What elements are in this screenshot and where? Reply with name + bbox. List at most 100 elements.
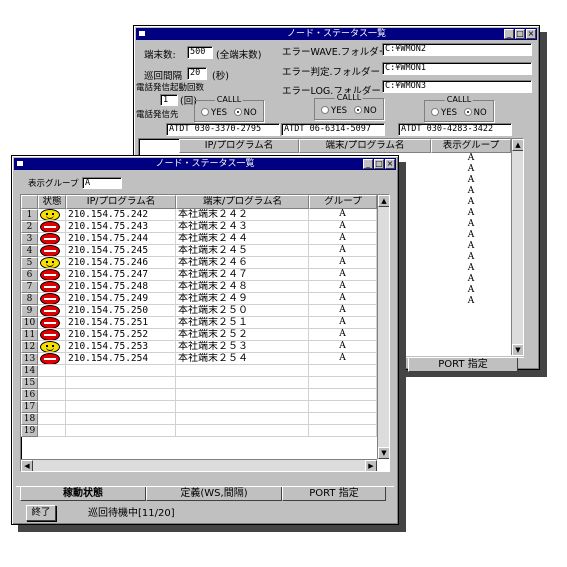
front-titlebar[interactable]: ノード・ステータス一覧 _ □ × <box>14 158 396 170</box>
table-row[interactable]: 8 210.154.75.249 本社端末２４９ A <box>21 293 377 305</box>
col-header-ip[interactable]: IP/プログラム名 <box>66 195 176 209</box>
row-number[interactable]: 14 <box>21 365 38 377</box>
no-radio-icon[interactable] <box>353 106 362 114</box>
interval-input[interactable]: 20 <box>187 67 207 80</box>
phone-number-2[interactable]: ATDT 06-6314-5097 <box>281 123 385 136</box>
group-cell[interactable]: A <box>431 285 511 296</box>
name-cell[interactable]: 本社端末２４７ <box>176 269 309 281</box>
wave-folder-input[interactable]: C:¥WMON2 <box>382 43 532 56</box>
row-number[interactable]: 6 <box>21 269 38 281</box>
status-cell[interactable] <box>38 281 66 293</box>
status-cell[interactable] <box>38 257 66 269</box>
row-number[interactable]: 7 <box>21 281 38 293</box>
no-radio-icon[interactable] <box>233 108 242 116</box>
call-radio-row-3[interactable]: YES NO <box>431 108 487 118</box>
name-cell[interactable]: 本社端末２５３ <box>176 341 309 353</box>
ip-cell[interactable] <box>66 425 176 437</box>
status-cell[interactable] <box>38 425 66 437</box>
status-cell[interactable] <box>38 221 66 233</box>
call-radio-row-1[interactable]: YES NO <box>201 108 257 118</box>
row-number[interactable]: 13 <box>21 353 38 365</box>
col-header-terminal[interactable]: 端末/プログラム名 <box>299 139 431 153</box>
row-number[interactable]: 4 <box>21 245 38 257</box>
row-number[interactable]: 10 <box>21 317 38 329</box>
ip-cell[interactable]: 210.154.75.254 <box>66 353 176 365</box>
status-cell[interactable] <box>38 329 66 341</box>
vertical-scrollbar[interactable]: ▲ ▼ <box>377 195 389 459</box>
group-cell[interactable]: A <box>431 263 511 274</box>
status-cell[interactable] <box>38 233 66 245</box>
row-number[interactable]: 1 <box>21 209 38 221</box>
table-row[interactable]: 15 <box>21 377 377 389</box>
group-cell[interactable]: A <box>309 281 377 293</box>
ip-cell[interactable]: 210.154.75.246 <box>66 257 176 269</box>
status-cell[interactable] <box>38 245 66 257</box>
group-cell[interactable] <box>309 389 377 401</box>
table-row[interactable]: 4 210.154.75.245 本社端末２４５ A <box>21 245 377 257</box>
table-row[interactable]: 10 210.154.75.251 本社端末２５１ A <box>21 317 377 329</box>
status-cell[interactable] <box>38 341 66 353</box>
ip-cell[interactable] <box>66 401 176 413</box>
call-start-input[interactable]: 1 <box>160 94 178 106</box>
group-cell[interactable]: A <box>309 245 377 257</box>
group-cell[interactable]: A <box>309 353 377 365</box>
horizontal-scrollbar[interactable]: ◀ ▶ <box>21 459 377 471</box>
tab-status[interactable]: 稼動状態 <box>20 487 146 501</box>
name-cell[interactable]: 本社端末２４３ <box>176 221 309 233</box>
group-cell[interactable]: A <box>431 164 511 175</box>
name-cell[interactable]: 本社端末２５０ <box>176 305 309 317</box>
row-number[interactable]: 12 <box>21 341 38 353</box>
row-number[interactable]: 2 <box>21 221 38 233</box>
ip-cell[interactable] <box>66 377 176 389</box>
group-cell[interactable]: A <box>309 233 377 245</box>
node-status-grid[interactable]: 状態 IP/プログラム名 端末/プログラム名 グループ 1 210.154.75.… <box>20 194 390 472</box>
ip-cell[interactable]: 210.154.75.250 <box>66 305 176 317</box>
group-cell[interactable]: A <box>309 305 377 317</box>
row-number[interactable]: 5 <box>21 257 38 269</box>
ip-cell[interactable]: 210.154.75.252 <box>66 329 176 341</box>
table-row[interactable]: 12 210.154.75.253 本社端末２５３ A <box>21 341 377 353</box>
row-number[interactable]: 8 <box>21 293 38 305</box>
name-cell[interactable]: 本社端末２４５ <box>176 245 309 257</box>
exit-button[interactable]: 終了 <box>26 505 56 521</box>
status-cell[interactable] <box>38 389 66 401</box>
table-row[interactable]: 19 <box>21 425 377 437</box>
group-cell[interactable]: A <box>431 230 511 241</box>
status-cell[interactable] <box>38 317 66 329</box>
close-icon[interactable]: × <box>526 29 536 39</box>
name-cell[interactable]: 本社端末２４６ <box>176 257 309 269</box>
log-folder-input[interactable]: C:¥WMON3 <box>382 80 532 93</box>
name-cell[interactable]: 本社端末２４８ <box>176 281 309 293</box>
table-row[interactable]: 6 210.154.75.247 本社端末２４７ A <box>21 269 377 281</box>
name-cell[interactable]: 本社端末２５２ <box>176 329 309 341</box>
maximize-icon[interactable]: □ <box>515 29 525 39</box>
status-cell[interactable] <box>38 401 66 413</box>
ip-cell[interactable]: 210.154.75.244 <box>66 233 176 245</box>
col-header-ip[interactable]: IP/プログラム名 <box>179 139 299 153</box>
phone-number-3[interactable]: ATDT 030-4283-3422 <box>398 123 512 136</box>
table-row[interactable]: 18 <box>21 413 377 425</box>
group-cell[interactable] <box>309 377 377 389</box>
ip-cell[interactable] <box>66 413 176 425</box>
table-row[interactable]: 13 210.154.75.254 本社端末２５４ A <box>21 353 377 365</box>
group-cell[interactable]: A <box>431 219 511 230</box>
scroll-left-icon[interactable]: ◀ <box>21 460 33 471</box>
group-cell[interactable] <box>309 413 377 425</box>
group-cell[interactable]: A <box>309 257 377 269</box>
name-cell[interactable]: 本社端末２４９ <box>176 293 309 305</box>
status-cell[interactable] <box>38 413 66 425</box>
col-header-terminal[interactable]: 端末/プログラム名 <box>176 195 309 209</box>
group-cell[interactable]: A <box>431 296 511 307</box>
name-cell[interactable] <box>176 425 309 437</box>
ip-cell[interactable]: 210.154.75.253 <box>66 341 176 353</box>
ip-cell[interactable]: 210.154.75.249 <box>66 293 176 305</box>
row-number[interactable]: 16 <box>21 389 38 401</box>
scroll-right-icon[interactable]: ▶ <box>365 460 377 471</box>
status-cell[interactable] <box>38 365 66 377</box>
table-row[interactable]: 7 210.154.75.248 本社端末２４８ A <box>21 281 377 293</box>
group-cell[interactable]: A <box>431 241 511 252</box>
row-number[interactable]: 15 <box>21 377 38 389</box>
ip-cell[interactable]: 210.154.75.247 <box>66 269 176 281</box>
group-cell[interactable]: A <box>309 329 377 341</box>
table-row[interactable]: 2 210.154.75.243 本社端末２４３ A <box>21 221 377 233</box>
